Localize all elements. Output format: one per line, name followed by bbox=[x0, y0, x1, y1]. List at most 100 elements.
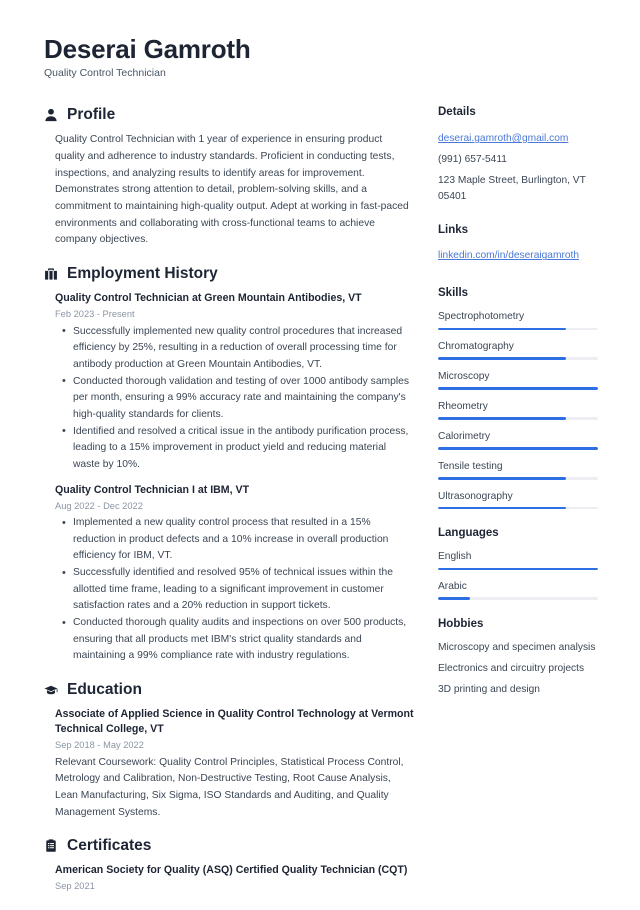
section-certificates: Certificates American Society for Qualit… bbox=[44, 837, 414, 893]
language-label: English bbox=[438, 551, 472, 563]
candidate-job-title: Quality Control Technician bbox=[44, 66, 166, 79]
skill-label: Microscopy bbox=[438, 371, 490, 383]
graduation-cap-icon bbox=[44, 683, 58, 697]
language-bar-fill bbox=[438, 597, 470, 601]
user-icon bbox=[44, 108, 58, 122]
resume-page: Deserai Gamroth Quality Control Technici… bbox=[0, 0, 640, 905]
profile-text: Quality Control Technician with 1 year o… bbox=[55, 134, 409, 246]
sidebar-section-hobbies: Hobbies Microscopy and specimen analysis… bbox=[438, 618, 598, 698]
section-education-title: Education bbox=[67, 681, 142, 699]
skill-row: Ultrasonography bbox=[438, 489, 598, 510]
skill-bar-track bbox=[438, 477, 598, 480]
employment-entry-date: Aug 2022 - Dec 2022 bbox=[55, 500, 143, 511]
sidebar-section-details: Details deserai.gamroth@gmail.com (991) … bbox=[438, 106, 598, 205]
bullet-item: Identified and resolved a critical issue… bbox=[62, 423, 414, 474]
bullet-item: Successfully identified and resolved 95%… bbox=[62, 565, 414, 615]
phone-text: (991) 657-5411 bbox=[438, 154, 507, 166]
section-certificates-header: Certificates bbox=[44, 837, 414, 854]
employment-entry-bullets: Implemented a new quality control proces… bbox=[55, 515, 414, 665]
hobby-item: 3D printing and design bbox=[438, 684, 540, 696]
employment-entry-bullets: Successfully implemented new quality con… bbox=[55, 323, 414, 474]
section-education: Education Associate of Applied Science i… bbox=[44, 681, 414, 821]
skill-label: Spectrophotometry bbox=[438, 311, 525, 323]
sidebar-section-skills: Skills Spectrophotometry Chromatography … bbox=[438, 287, 598, 510]
language-row: English bbox=[438, 549, 598, 571]
section-certificates-title: Certificates bbox=[67, 837, 152, 855]
skill-bar-track bbox=[438, 387, 598, 390]
sidebar-column: Details deserai.gamroth@gmail.com (991) … bbox=[438, 106, 598, 716]
section-profile-header: Profile bbox=[44, 106, 414, 123]
sidebar-skills-title: Skills bbox=[438, 287, 469, 300]
employment-entry-date: Feb 2023 - Present bbox=[55, 309, 135, 320]
skill-bar-fill bbox=[438, 447, 598, 450]
skill-bar-fill bbox=[438, 387, 598, 390]
section-profile: Profile Quality Control Technician with … bbox=[44, 106, 414, 249]
section-employment-body: Quality Control Technician at Green Moun… bbox=[44, 291, 414, 665]
skill-label: Calorimetry bbox=[438, 430, 491, 442]
employment-entry: Quality Control Technician I at IBM, VT … bbox=[55, 483, 414, 665]
skill-bar-fill bbox=[438, 506, 566, 510]
section-profile-title: Profile bbox=[67, 106, 116, 124]
certificate-entry-date: Sep 2021 bbox=[55, 881, 95, 892]
language-bar-track bbox=[438, 597, 598, 601]
section-employment-header: Employment History bbox=[44, 265, 414, 282]
main-column: Profile Quality Control Technician with … bbox=[44, 106, 414, 909]
skill-bar-fill bbox=[438, 417, 566, 420]
sidebar-languages-title: Languages bbox=[438, 527, 499, 540]
skill-bar-track bbox=[438, 327, 598, 331]
section-profile-body: Quality Control Technician with 1 year o… bbox=[44, 132, 414, 249]
education-entry-title: Associate of Applied Science in Quality … bbox=[55, 708, 414, 736]
sidebar-section-links: Links linkedin.com/in/deseraigamroth bbox=[438, 224, 598, 270]
bullet-item: Conducted thorough validation and testin… bbox=[62, 373, 414, 424]
candidate-name: Deserai Gamroth bbox=[44, 34, 251, 64]
skill-label: Rheometry bbox=[438, 400, 488, 412]
certificate-entry: American Society for Quality (ASQ) Certi… bbox=[55, 863, 414, 893]
linkedin-link[interactable]: linkedin.com/in/deseraigamroth bbox=[438, 248, 579, 264]
language-bar-fill bbox=[438, 567, 598, 571]
language-label: Arabic bbox=[438, 581, 467, 593]
skill-row: Rheometry bbox=[438, 399, 598, 420]
language-bar-track bbox=[438, 567, 598, 571]
skill-label: Chromatography bbox=[438, 341, 514, 353]
section-education-header: Education bbox=[44, 681, 414, 698]
bullet-item: Conducted thorough quality audits and in… bbox=[62, 615, 414, 665]
skill-bar-track bbox=[438, 506, 598, 510]
resume-columns: Profile Quality Control Technician with … bbox=[44, 106, 598, 909]
skill-row: Calorimetry bbox=[438, 429, 598, 450]
skill-bar-fill bbox=[438, 327, 566, 331]
section-employment: Employment History Quality Control Techn… bbox=[44, 265, 414, 665]
bullet-item: Implemented a new quality control proces… bbox=[62, 515, 414, 565]
skill-bar-track bbox=[438, 357, 598, 361]
sidebar-links-title: Links bbox=[438, 223, 469, 236]
skill-row: Tensile testing bbox=[438, 459, 598, 480]
skill-row: Chromatography bbox=[438, 339, 598, 361]
sidebar-details-title: Details bbox=[438, 106, 476, 119]
skill-label: Ultrasonography bbox=[438, 490, 513, 502]
skill-label: Tensile testing bbox=[438, 460, 503, 472]
employment-entry-title: Quality Control Technician I at IBM, VT bbox=[55, 483, 250, 496]
skill-row: Microscopy bbox=[438, 369, 598, 390]
briefcase-icon bbox=[44, 267, 58, 281]
language-row: Arabic bbox=[438, 579, 598, 601]
sidebar-hobbies-title: Hobbies bbox=[438, 618, 484, 631]
section-employment-title: Employment History bbox=[67, 265, 218, 283]
skill-bar-track bbox=[438, 447, 598, 450]
certificate-entry-title: American Society for Quality (ASQ) Certi… bbox=[55, 864, 408, 877]
skill-bar-track bbox=[438, 417, 598, 420]
education-entry-description: Relevant Coursework: Quality Control Pri… bbox=[55, 756, 404, 818]
education-entry-date: Sep 2018 - May 2022 bbox=[55, 740, 144, 751]
employment-entry: Quality Control Technician at Green Moun… bbox=[55, 291, 414, 473]
hobby-item: Electronics and circuitry projects bbox=[438, 662, 585, 674]
skill-bar-fill bbox=[438, 357, 566, 361]
section-certificates-body: American Society for Quality (ASQ) Certi… bbox=[44, 863, 414, 893]
education-entry: Associate of Applied Science in Quality … bbox=[55, 707, 414, 821]
skill-bar-fill bbox=[438, 477, 566, 480]
address-text: 123 Maple Street, Burlington, VT 05401 bbox=[438, 175, 586, 203]
bullet-item: Successfully implemented new quality con… bbox=[62, 323, 414, 374]
section-education-body: Associate of Applied Science in Quality … bbox=[44, 707, 414, 821]
resume-header: Deserai Gamroth Quality Control Technici… bbox=[44, 34, 596, 80]
email-link[interactable]: deserai.gamroth@gmail.com bbox=[438, 131, 568, 147]
hobby-item: Microscopy and specimen analysis bbox=[438, 641, 596, 653]
clipboard-icon bbox=[44, 839, 58, 853]
skill-row: Spectrophotometry bbox=[438, 309, 598, 331]
